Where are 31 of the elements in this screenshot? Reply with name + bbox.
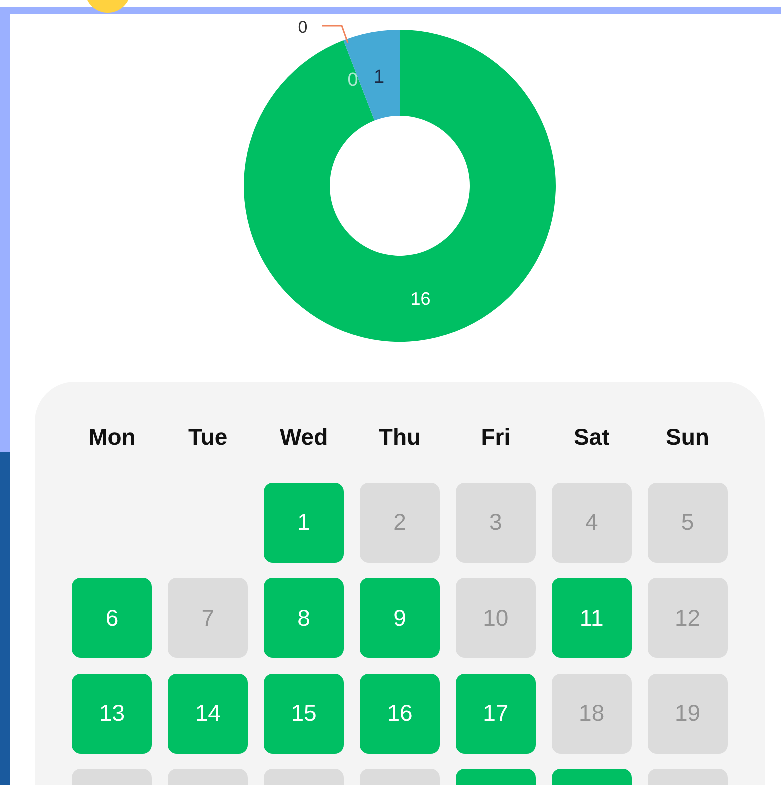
- day-cell[interactable]: 13: [72, 674, 152, 754]
- day-cell[interactable]: 5: [648, 482, 728, 562]
- weekday-label: Thu: [378, 423, 422, 452]
- weekday-label: Fri: [481, 423, 511, 452]
- weekday-label: Sun: [666, 423, 710, 452]
- day-cell[interactable]: 12: [648, 578, 728, 658]
- day-cell[interactable]: 2: [360, 482, 440, 562]
- day-cell[interactable]: 6: [72, 578, 152, 658]
- day-cell[interactable]: 19: [648, 674, 728, 754]
- data-label: 16: [410, 289, 431, 310]
- weekday-label: Sat: [574, 423, 610, 452]
- weekday-label: Mon: [88, 423, 136, 452]
- data-label: 1: [374, 66, 385, 88]
- day-cell[interactable]: 1: [264, 482, 344, 562]
- day-cell[interactable]: 9: [360, 578, 440, 658]
- day-cell[interactable]: 16: [360, 674, 440, 754]
- leader-line: [322, 25, 349, 44]
- weekday-label: Tue: [188, 423, 228, 452]
- weekday-label: Wed: [280, 423, 328, 452]
- day-cell[interactable]: 3: [456, 482, 536, 562]
- data-label: 0: [348, 70, 358, 91]
- day-cell[interactable]: 4: [552, 482, 632, 562]
- day-cell[interactable]: 18: [552, 674, 632, 754]
- day-cell[interactable]: 8: [264, 578, 344, 658]
- day-cell[interactable]: 17: [456, 674, 536, 754]
- day-cell[interactable]: 10: [456, 578, 536, 658]
- day-cell[interactable]: 7: [168, 578, 248, 658]
- day-cell[interactable]: 15: [264, 674, 344, 754]
- data-label: 0: [298, 18, 308, 37]
- day-cell[interactable]: 14: [168, 674, 248, 754]
- day-cell[interactable]: 11: [552, 578, 632, 658]
